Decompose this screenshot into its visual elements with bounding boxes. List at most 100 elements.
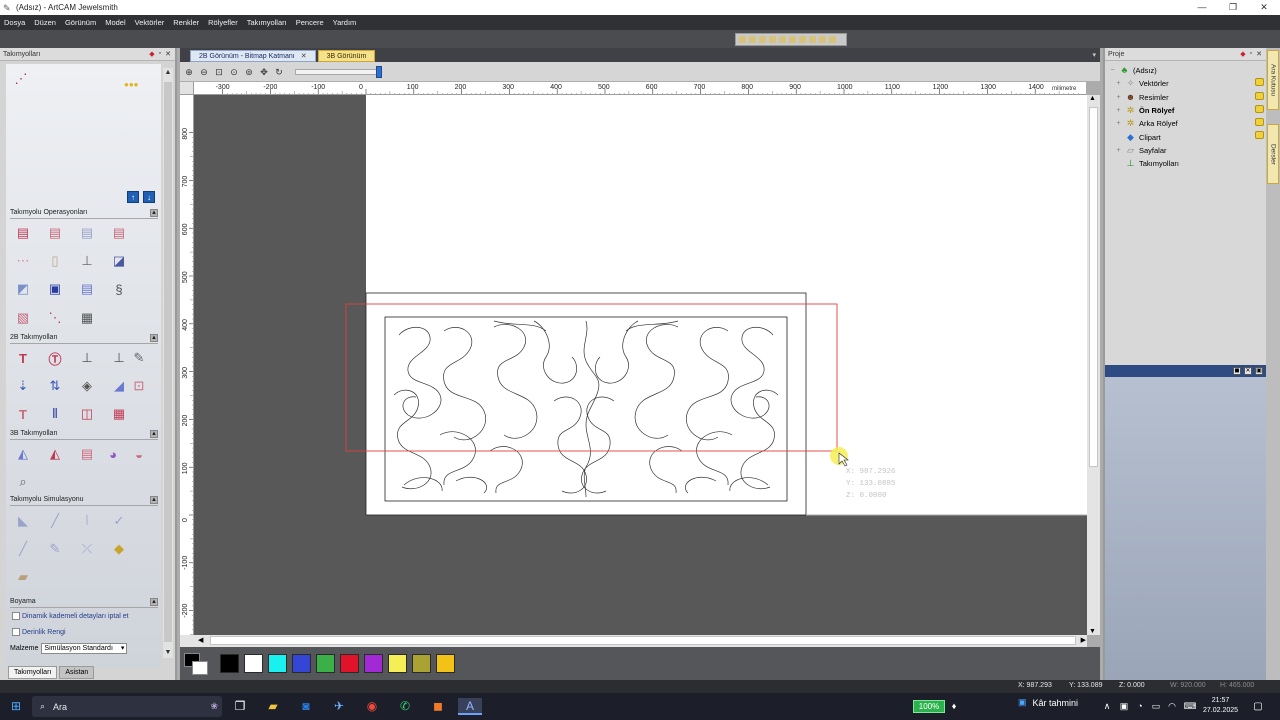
section-toolpath-simulation[interactable]: Takımyolu Simulasyonu ▲ bbox=[10, 496, 158, 506]
toolbar-icon-8[interactable] bbox=[809, 36, 816, 43]
z-level-icon[interactable]: ◭ bbox=[44, 443, 66, 465]
2d-view-canvas[interactable] bbox=[194, 95, 1087, 635]
collapse-button[interactable]: ▲ bbox=[150, 430, 158, 438]
taskbar-clock[interactable]: 21:57 27.02.2025 bbox=[1203, 696, 1238, 716]
collapse-button[interactable]: ▲ bbox=[150, 496, 158, 504]
swatch-1[interactable] bbox=[244, 654, 263, 673]
section-3d-toolpaths[interactable]: 3B Takımyolları ▲ bbox=[10, 430, 158, 440]
3d-offset-icon[interactable]: ◕ bbox=[102, 443, 124, 465]
scroll-right-icon[interactable]: ▶ bbox=[1081, 636, 1086, 644]
menu-gorunum[interactable]: Görünüm bbox=[65, 18, 96, 27]
tree-node-back-relief[interactable]: + ✲ Arka Rölyef bbox=[1115, 118, 1177, 128]
scroll-down-icon[interactable]: ▼ bbox=[1089, 628, 1096, 635]
float-icon[interactable]: ▫ bbox=[1250, 50, 1252, 58]
pin-icon[interactable]: ◆ bbox=[149, 50, 154, 58]
pocket-icon[interactable]: ⊥ bbox=[76, 347, 98, 369]
float-icon[interactable]: ▫ bbox=[159, 50, 161, 58]
file-explorer-icon[interactable]: ▰ bbox=[263, 698, 283, 715]
zoom-in-icon[interactable]: ⊕ bbox=[184, 67, 194, 77]
toolbar-icon-9[interactable] bbox=[819, 36, 826, 43]
3d-preview-icon[interactable]: ⌕ bbox=[12, 471, 34, 493]
tray-chevron-icon[interactable]: ∧ bbox=[1100, 698, 1114, 715]
canvas-vertical-scrollbar[interactable]: ▲ ▼ bbox=[1087, 95, 1100, 635]
toolpath-merge-icon[interactable]: ▤ bbox=[76, 222, 98, 244]
expand-icon[interactable]: + bbox=[1115, 107, 1122, 114]
section-2d-toolpaths[interactable]: 2B Takımyolları ▲ bbox=[10, 334, 158, 344]
menu-model[interactable]: Model bbox=[105, 18, 125, 27]
menu-rolyefler[interactable]: Rölyefler bbox=[208, 18, 238, 27]
lamp-icon[interactable] bbox=[1255, 131, 1264, 139]
toolbar-icon-10[interactable] bbox=[829, 36, 836, 43]
zoom-window-icon[interactable]: ⊙ bbox=[229, 67, 239, 77]
machine-relief-icon[interactable]: ◭ bbox=[12, 443, 34, 465]
keyboard-icon[interactable]: ⌨ bbox=[1181, 698, 1199, 715]
expand-icon[interactable]: + bbox=[1115, 80, 1122, 87]
toolbar-icon-3[interactable] bbox=[759, 36, 766, 43]
toolpath-edit-icon[interactable]: ▤ bbox=[108, 222, 130, 244]
toolbar-icon-7[interactable] bbox=[799, 36, 806, 43]
tree-node-images[interactable]: + ☻ Resimler bbox=[1115, 92, 1168, 102]
expand-icon[interactable]: + bbox=[1115, 147, 1122, 154]
panel-close-icon[interactable]: ✕ bbox=[1256, 50, 1262, 58]
secondary-color[interactable] bbox=[192, 661, 208, 675]
menu-vektorler[interactable]: Vektörler bbox=[135, 18, 165, 27]
simulate-block-icon[interactable]: ◣ bbox=[12, 510, 34, 532]
simulate-reset-icon[interactable]: ⤫ bbox=[76, 538, 98, 560]
fluting-icon[interactable]: ⦀ bbox=[44, 403, 66, 425]
tab-assistant[interactable]: Asistan bbox=[59, 666, 95, 679]
volume-icon[interactable]: ◔ bbox=[1133, 698, 1147, 715]
menu-pencere[interactable]: Pencere bbox=[296, 18, 324, 27]
swatch-2[interactable] bbox=[268, 654, 287, 673]
primary-secondary-colors[interactable] bbox=[184, 653, 212, 675]
app-orange-icon[interactable]: ◼ bbox=[428, 698, 448, 715]
expand-icon[interactable]: + bbox=[1115, 94, 1122, 101]
tree-node-toolpaths[interactable]: ⊥ Takımyolları bbox=[1115, 158, 1179, 168]
slider-knob[interactable] bbox=[376, 65, 382, 78]
pin-icon[interactable]: ◆ bbox=[1240, 50, 1245, 58]
calculate-toolpath-icon[interactable]: ▤ bbox=[12, 222, 34, 244]
toolpath-preview-icon[interactable]: ▦ bbox=[76, 307, 98, 329]
swatch-3[interactable] bbox=[292, 654, 311, 673]
tab-2d-view[interactable]: 2B Görünüm - Bitmap Katmanı ✕ bbox=[190, 50, 316, 62]
scroll-thumb[interactable] bbox=[210, 636, 1076, 645]
panel-close-icon[interactable]: ✕ bbox=[165, 50, 171, 58]
section-painting[interactable]: Boyama ▲ bbox=[10, 598, 158, 608]
minimize-button[interactable]: — bbox=[1186, 0, 1218, 15]
save-toolpath-icon[interactable]: ▣ bbox=[44, 278, 66, 300]
feature-icon[interactable]: ⊡ bbox=[128, 375, 150, 397]
lamp-icon[interactable] bbox=[1255, 118, 1264, 126]
zoom-previous-icon[interactable]: ⊚ bbox=[244, 67, 254, 77]
close-tab-icon[interactable]: ✕ bbox=[301, 52, 307, 60]
toolpath-spiral-icon[interactable]: § bbox=[108, 278, 130, 300]
notifications-icon[interactable]: ▢ bbox=[1250, 698, 1266, 715]
zoom-out-icon[interactable]: ⊖ bbox=[199, 67, 209, 77]
menu-renkler[interactable]: Renkler bbox=[173, 18, 199, 27]
move-down-button[interactable]: ↓ bbox=[143, 191, 155, 203]
restore-button[interactable]: ❐ bbox=[1217, 0, 1249, 15]
menu-duzen[interactable]: Düzen bbox=[34, 18, 56, 27]
ruler-corner[interactable] bbox=[180, 82, 194, 95]
weather-widget[interactable]: ▣ Kâr tahmini bbox=[1018, 697, 1078, 708]
toolpath-nodes-icon[interactable]: ⋱ bbox=[44, 307, 66, 329]
tree-node-root[interactable]: − ♣ (Adsız) bbox=[1109, 65, 1156, 75]
panel-close-icon[interactable]: ▣ bbox=[1255, 367, 1263, 375]
pan-icon[interactable]: ✥ bbox=[259, 67, 269, 77]
collapse-button[interactable]: ▲ bbox=[150, 209, 158, 217]
menu-yardim[interactable]: Yardım bbox=[333, 18, 357, 27]
task-view-icon[interactable]: ❐ bbox=[230, 698, 250, 715]
material-select[interactable]: Simülasyon Standardı bbox=[41, 643, 128, 654]
scroll-up-icon[interactable]: ▲ bbox=[1089, 95, 1096, 102]
tab-toolpaths[interactable]: Takımyolları bbox=[8, 666, 58, 679]
collapse-button[interactable]: ▲ bbox=[150, 598, 158, 606]
lamp-icon[interactable] bbox=[1255, 92, 1264, 100]
tool-database-icon[interactable]: ⊥ bbox=[76, 250, 98, 272]
scroll-left-icon[interactable]: ◀ bbox=[198, 636, 203, 644]
simulate-toolpath-icon[interactable]: ╱ bbox=[44, 510, 66, 532]
whatsapp-icon[interactable]: ✆ bbox=[395, 698, 415, 715]
toolpath-layers-icon[interactable]: ▤ bbox=[76, 278, 98, 300]
scroll-thumb[interactable] bbox=[164, 82, 172, 642]
refresh-icon[interactable]: ↻ bbox=[274, 67, 284, 77]
left-panel-scrollbar[interactable]: ▲ ▼ bbox=[163, 68, 173, 658]
side-tab-search[interactable]: Ara Kutusu bbox=[1267, 50, 1279, 110]
tree-node-sheets[interactable]: + ▱ Sayfalar bbox=[1115, 145, 1166, 155]
